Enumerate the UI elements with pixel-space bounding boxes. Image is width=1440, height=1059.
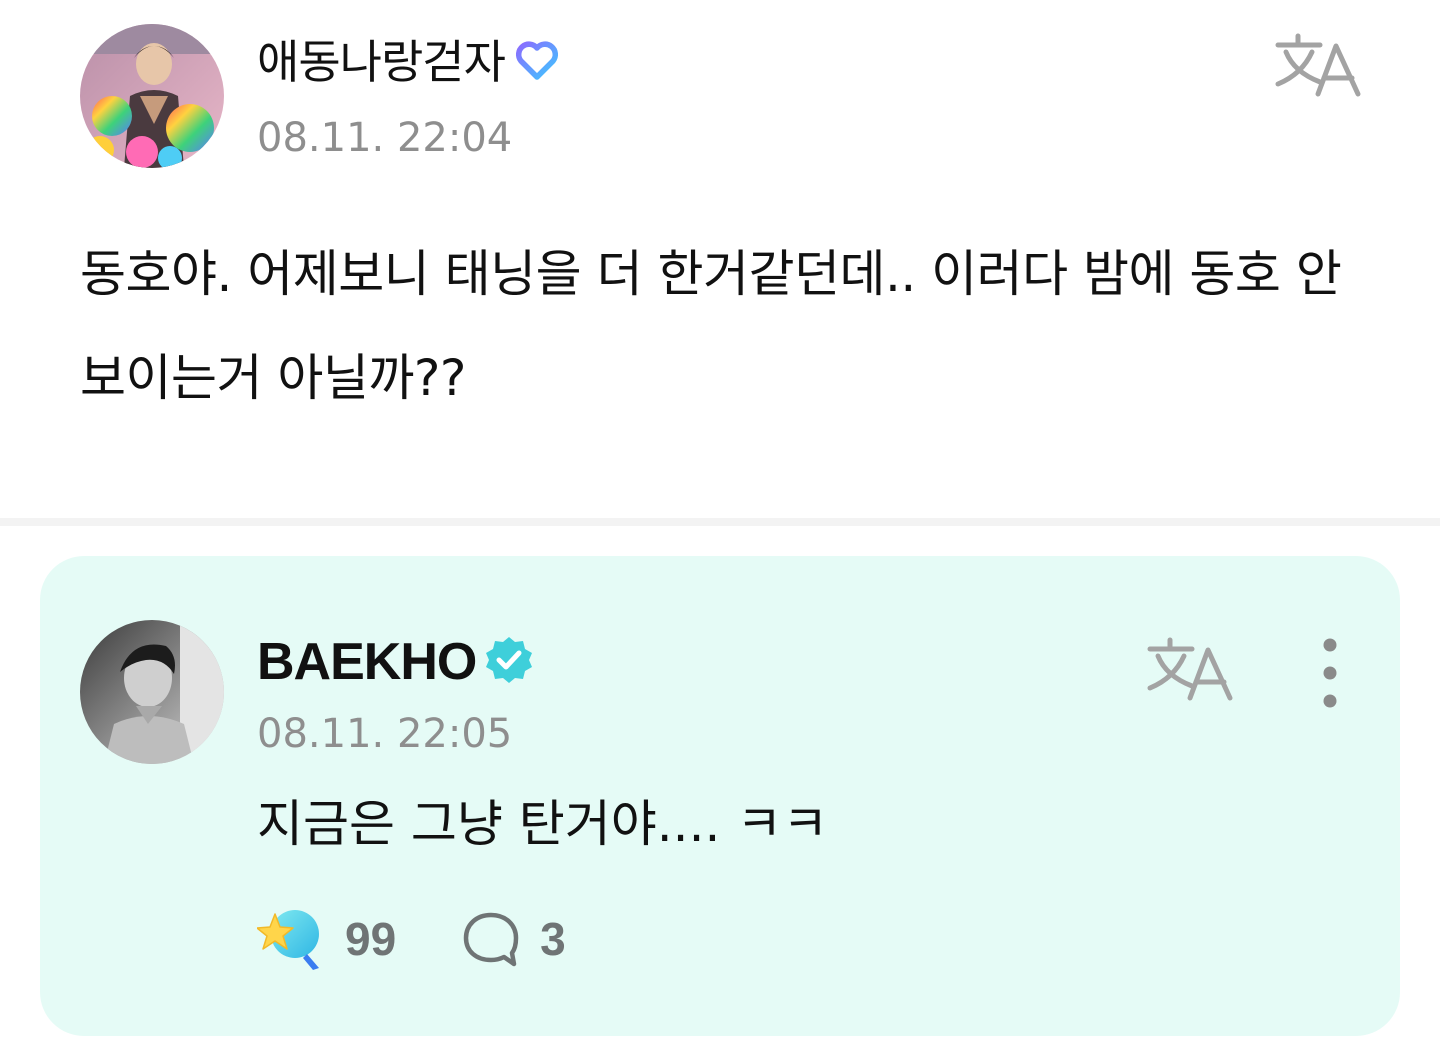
reply-actions: 99 3 [257, 904, 566, 974]
reply-author-name[interactable]: BAEKHO [257, 630, 477, 694]
verified-artist-badge-icon [484, 635, 534, 689]
artist-reply-card: BAEKHO 08.11. 22:05 지금은 그냥 탄거야.... ㅋㅋ 99… [40, 556, 1400, 1036]
reply-timestamp: 08.11. 22:05 [257, 711, 513, 757]
comment-button[interactable]: 3 [462, 910, 566, 968]
more-options-button[interactable] [1310, 636, 1350, 710]
reply-author-row: BAEKHO [257, 630, 534, 694]
post-timestamp: 08.11. 22:04 [257, 115, 513, 161]
like-count: 99 [345, 913, 397, 965]
comment-bubble-icon [463, 912, 519, 967]
reply-translate-button[interactable] [1144, 634, 1236, 704]
fan-post: 애동나랑걷자 08.11. 22:04 동호야. 어제보니 태닝을 더 한거같던… [0, 0, 1440, 518]
like-button[interactable]: 99 [257, 906, 396, 972]
user-avatar[interactable] [80, 24, 224, 168]
post-body-text: 동호야. 어제보니 태닝을 더 한거같던데.. 이러다 밤에 동호 안보이는거 … [80, 245, 1342, 407]
post-author-name[interactable]: 애동나랑걷자 [257, 30, 506, 94]
sparkle-reaction-icon [257, 910, 319, 970]
reply-body-text: 지금은 그냥 탄거야.... ㅋㅋ [257, 795, 829, 853]
weverse-post-view: 애동나랑걷자 08.11. 22:04 동호야. 어제보니 태닝을 더 한거같던… [0, 0, 1440, 1059]
section-divider [0, 518, 1440, 526]
comment-count: 3 [540, 913, 566, 965]
translate-button[interactable] [1272, 30, 1364, 100]
translate-icon [1147, 637, 1233, 701]
translate-icon [1275, 33, 1361, 97]
fan-heart-badge-icon [513, 36, 561, 88]
artist-avatar[interactable] [80, 620, 224, 764]
post-author-row: 애동나랑걷자 [257, 30, 561, 94]
more-vertical-icon [1323, 638, 1337, 708]
